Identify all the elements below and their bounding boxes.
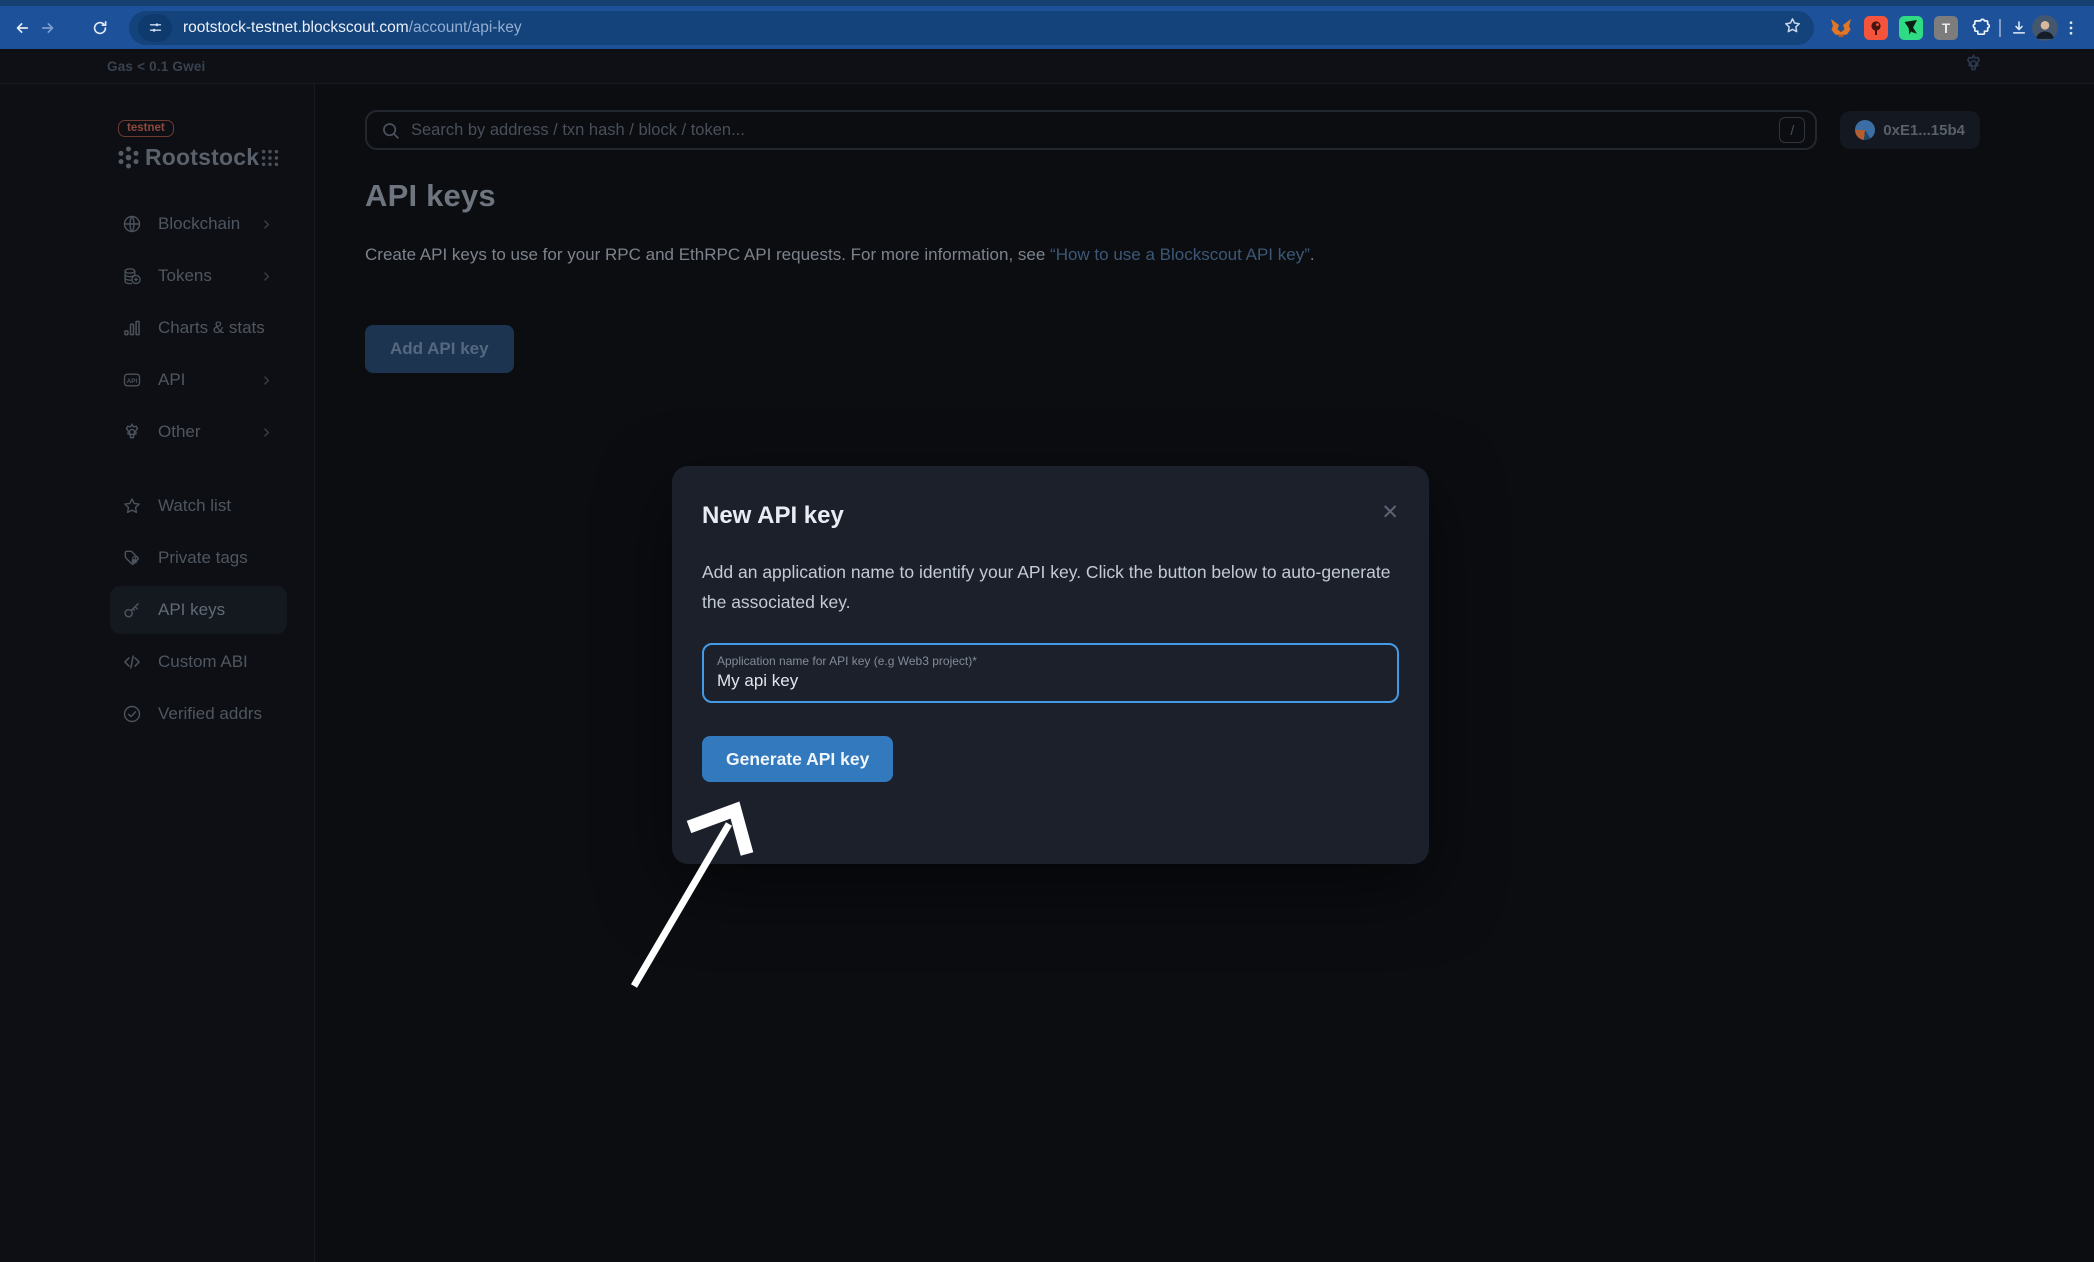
extensions-row: T (1828, 15, 1994, 41)
sidebar-item-custom-abi[interactable]: Custom ABI (110, 638, 287, 686)
brand-name[interactable]: Rootstock (145, 144, 259, 171)
sidebar-item-label: Custom ABI (158, 652, 248, 672)
sidebar-item-watch-list[interactable]: Watch list (110, 482, 287, 530)
globe-icon (122, 214, 142, 234)
toolbar-divider (1999, 19, 2001, 37)
sidebar-item-label: Private tags (158, 548, 248, 568)
description-text: Create API keys to use for your RPC and … (365, 245, 1050, 264)
docs-link[interactable]: “How to use a Blockscout API key” (1050, 245, 1310, 264)
sidebar-nav-main: Blockchain Tokens Charts & stats API API Othe… (0, 200, 314, 456)
logo-row: Rootstock (0, 144, 314, 171)
application-name-label: Application name for API key (e.g Web3 p… (717, 654, 1384, 668)
back-icon[interactable] (9, 15, 35, 41)
api-badge-icon: API (122, 370, 142, 390)
svg-text:T: T (1942, 21, 1951, 36)
green-extension-icon[interactable] (1898, 15, 1924, 41)
apps-grid-icon[interactable] (259, 147, 281, 169)
sidebar-item-label: Tokens (158, 266, 212, 286)
account-address: 0xE1...15b4 (1883, 122, 1965, 139)
sidebar-item-label: Blockchain (158, 214, 240, 234)
url-domain: rootstock-testnet.blockscout.com (183, 19, 409, 36)
bookmark-star-icon[interactable] (1783, 16, 1802, 40)
gas-tracker-label[interactable]: Gas < 0.1 Gwei (107, 59, 205, 74)
gear-icon[interactable] (1963, 53, 1984, 79)
site-topbar: Gas < 0.1 Gwei (0, 49, 2094, 84)
generate-api-key-button[interactable]: Generate API key (702, 736, 893, 782)
check-circle-icon (122, 704, 142, 724)
page-description: Create API keys to use for your RPC and … (365, 244, 1980, 266)
application-name-input[interactable] (717, 671, 1384, 691)
network-badge: testnet (118, 120, 174, 137)
application-name-field[interactable]: Application name for API key (e.g Web3 p… (702, 643, 1399, 703)
modal-title: New API key (702, 502, 844, 530)
extensions-puzzle-icon[interactable] (1968, 15, 1994, 41)
sidebar-item-private-tags[interactable]: Private tags (110, 534, 287, 582)
coins-icon (122, 266, 142, 286)
add-api-key-button[interactable]: Add API key (365, 325, 514, 373)
bar-chart-icon (122, 318, 142, 338)
sidebar-item-verified-addrs[interactable]: Verified addrs (110, 690, 287, 738)
search-input[interactable] (411, 121, 1779, 140)
account-identicon (1855, 120, 1875, 140)
sidebar-item-label: API (158, 370, 185, 390)
sidebar-item-label: Watch list (158, 496, 231, 516)
url-text[interactable]: rootstock-testnet.blockscout.com/account… (183, 19, 1783, 37)
description-period: . (1310, 245, 1315, 264)
sidebar-nav-account: Watch list Private tags API keys Custom ABI… (0, 482, 314, 738)
new-api-key-modal: New API key ✕ Add an application name to… (672, 466, 1429, 864)
key-icon (122, 600, 142, 620)
download-icon[interactable] (2006, 15, 2032, 41)
sidebar-item-label: Verified addrs (158, 704, 262, 724)
profile-avatar[interactable] (2032, 15, 2058, 41)
close-icon[interactable]: ✕ (1375, 500, 1405, 525)
sidebar-item-blockchain[interactable]: Blockchain (110, 200, 287, 248)
tag-lock-icon (122, 548, 142, 568)
site-settings-icon[interactable] (138, 14, 172, 42)
modal-header: New API key ✕ (702, 502, 1399, 530)
search-row: / 0xE1...15b4 (365, 110, 1980, 150)
sidebar-item-api[interactable]: API API (110, 356, 287, 404)
chevron-right-icon (260, 270, 273, 283)
chevron-right-icon (260, 374, 273, 387)
page-title: API keys (365, 178, 1980, 214)
sidebar-item-other[interactable]: Other (110, 408, 287, 456)
t-extension-icon[interactable]: T (1933, 15, 1959, 41)
browser-toolbar: rootstock-testnet.blockscout.com/account… (0, 0, 2094, 49)
svg-text:API: API (127, 378, 138, 385)
gear-icon (122, 422, 142, 442)
search-shortcut-key: / (1779, 117, 1805, 143)
sidebar-item-tokens[interactable]: Tokens (110, 252, 287, 300)
search-icon (380, 120, 401, 141)
account-button[interactable]: 0xE1...15b4 (1840, 111, 1980, 149)
sidebar-item-api-keys[interactable]: API keys (110, 586, 287, 634)
code-icon (122, 652, 142, 672)
kebab-menu-icon[interactable] (2058, 15, 2084, 41)
search-bar[interactable]: / (365, 110, 1817, 150)
red-extension-icon[interactable] (1863, 15, 1889, 41)
sidebar-item-label: Charts & stats (158, 318, 265, 338)
chevron-right-icon (260, 426, 273, 439)
modal-description: Add an application name to identify your… (702, 557, 1399, 617)
sidebar-item-label: Other (158, 422, 201, 442)
sidebar: testnet Rootstock Blockchain Tokens Charts… (0, 84, 315, 1262)
url-bar[interactable]: rootstock-testnet.blockscout.com/account… (129, 11, 1814, 45)
chevron-right-icon (260, 218, 273, 231)
star-icon (122, 496, 142, 516)
fox-extension-icon[interactable] (1828, 15, 1854, 41)
rootstock-flower-icon (116, 145, 141, 170)
sidebar-item-label: API keys (158, 600, 225, 620)
forward-icon[interactable] (35, 15, 61, 41)
url-path: /account/api-key (409, 19, 522, 36)
sidebar-item-charts-stats[interactable]: Charts & stats (110, 304, 287, 352)
reload-icon[interactable] (87, 15, 113, 41)
screen: rootstock-testnet.blockscout.com/account… (0, 0, 2094, 1262)
